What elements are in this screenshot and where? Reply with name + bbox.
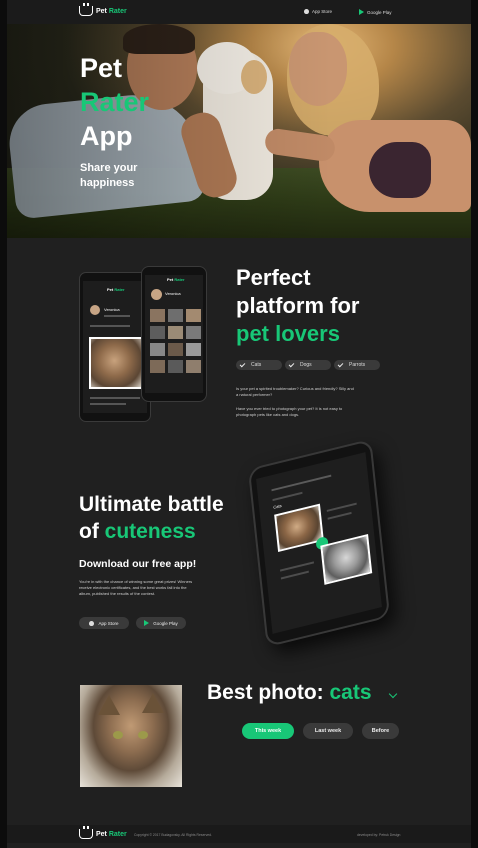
platform-title: Perfect platform for pet lovers <box>236 265 360 346</box>
text-line <box>327 511 352 520</box>
text-line <box>90 325 130 327</box>
chip-parrots[interactable]: Parrots <box>334 360 380 370</box>
footer-logo[interactable]: Pet Rater <box>79 826 127 839</box>
filter-this-week[interactable]: This week <box>242 723 294 739</box>
phone-screen: Pet Rater Veronica <box>83 281 147 413</box>
phone-screen: Pet Rater Veronica <box>145 275 203 393</box>
download-subtitle: Download our free app! <box>79 558 197 570</box>
chevron-down-icon[interactable] <box>388 689 398 699</box>
battle-category: Cats <box>273 502 282 510</box>
apple-icon <box>304 9 309 14</box>
google-play-button[interactable]: Google Play <box>136 617 186 629</box>
text-line <box>280 570 309 580</box>
header-google-play-link[interactable]: Google Play <box>359 9 392 15</box>
hero-subtitle: Share your happiness <box>80 162 138 189</box>
chip-label: Cats <box>251 362 262 368</box>
cat-ear <box>98 695 120 715</box>
cat-eye <box>113 731 123 739</box>
text-line <box>104 315 130 317</box>
phone-mockup-battle: Cats <box>247 438 391 648</box>
text-line <box>271 474 332 492</box>
gallery-thumb <box>168 309 183 322</box>
best-photo-title[interactable]: Best photo: cats <box>207 681 372 705</box>
filter-last-week[interactable]: Last week <box>303 723 353 739</box>
cat-ear <box>142 693 164 713</box>
logo-text: Pet Rater <box>96 830 127 838</box>
gallery-thumb <box>150 309 165 322</box>
page: Pet Rater App Store Google Play Pet Rate… <box>7 0 471 848</box>
app-store-label: App Store <box>312 9 333 14</box>
cat-photo-thumbnail <box>89 337 145 389</box>
google-play-button-label: Google Play <box>153 620 178 626</box>
check-icon <box>239 361 246 367</box>
phone-logo: Pet Rater <box>167 277 185 282</box>
google-play-icon <box>144 620 150 626</box>
chip-label: Parrots <box>349 362 366 368</box>
text-line <box>280 561 315 572</box>
gallery-thumb <box>186 343 201 356</box>
platform-paragraph-2: Have you ever tried to photograph your p… <box>236 406 343 417</box>
hero-overlay <box>7 24 471 238</box>
phone-logo: Pet Rater <box>107 287 125 292</box>
text-line <box>90 403 126 405</box>
phone-mockup-gallery: Pet Rater Veronica <box>141 266 207 402</box>
hero-title: Pet Rater App <box>80 53 150 151</box>
paw-logo-icon <box>79 826 93 839</box>
gallery-thumb <box>168 360 183 373</box>
hero-banner: Pet Rater App Share your happiness <box>7 24 471 238</box>
google-play-label: Google Play <box>367 9 392 15</box>
logo-text: Pet Rater <box>96 7 127 15</box>
phone-username: Veronica <box>104 307 120 312</box>
best-cat-photo[interactable] <box>80 685 182 787</box>
avatar <box>151 289 162 300</box>
platform-paragraph-1: Is your pet a spirited troublemaker? Cur… <box>236 386 354 397</box>
gallery-thumb <box>168 343 183 356</box>
developer-credit[interactable]: developed by: Petruk Design <box>357 833 400 837</box>
gallery-thumb <box>168 326 183 339</box>
cat-eye <box>138 731 148 739</box>
gallery-thumb <box>150 343 165 356</box>
google-play-icon <box>359 9 364 15</box>
phone-username: Veronica <box>165 291 181 296</box>
battle-title: Ultimate battle of cuteness <box>79 493 224 543</box>
check-icon <box>288 361 295 367</box>
battle-paragraph: You're in with the chance of winning som… <box>79 579 193 596</box>
chip-cats[interactable]: Cats <box>236 360 282 370</box>
app-store-button[interactable]: App Store <box>79 617 129 629</box>
filter-before[interactable]: Before <box>362 723 399 739</box>
chip-dogs[interactable]: Dogs <box>285 360 331 370</box>
gallery-thumb <box>150 326 165 339</box>
text-line <box>90 397 140 399</box>
app-store-button-label: App Store <box>98 620 119 626</box>
phone-screen: Cats <box>256 452 382 634</box>
top-nav: Pet Rater App Store Google Play <box>7 0 471 24</box>
check-icon <box>337 361 344 367</box>
text-line <box>326 502 357 512</box>
header-logo[interactable]: Pet Rater <box>79 3 127 16</box>
chip-label: Dogs <box>300 362 312 368</box>
footer: Pet Rater Copyright © 2017 Budagovsky. A… <box>7 825 471 843</box>
gallery-thumb <box>150 360 165 373</box>
header-app-store-link[interactable]: App Store <box>304 9 332 14</box>
gallery-thumb <box>186 309 201 322</box>
gallery-thumb <box>186 326 201 339</box>
paw-logo-icon <box>79 3 93 16</box>
gallery-thumb <box>186 360 201 373</box>
text-line <box>272 491 303 502</box>
copyright-text: Copyright © 2017 Budagovsky. All Rights … <box>134 833 213 837</box>
apple-icon <box>89 620 95 626</box>
avatar <box>90 305 100 315</box>
